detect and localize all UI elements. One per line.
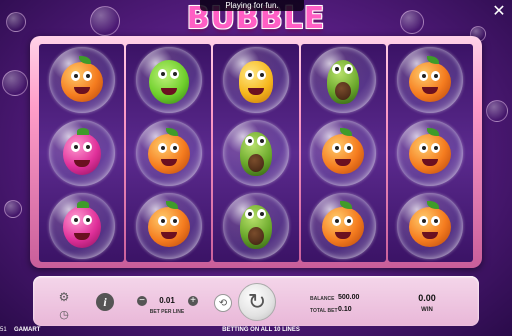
background-bubble [6, 12, 26, 32]
avocado-symbol-icon [327, 59, 360, 104]
orange-symbol-icon [409, 128, 452, 175]
background-bubble [4, 200, 22, 218]
autoplay-icon: ⟲ [218, 297, 228, 309]
symbol-bubble [310, 47, 377, 114]
gear-icon[interactable]: ⚙ [58, 290, 70, 304]
symbol-bubble [310, 192, 377, 259]
raspberry-symbol-icon [62, 200, 101, 248]
orange-symbol-icon [147, 200, 190, 247]
symbol-bubble [223, 47, 289, 114]
kiwi-symbol-icon [148, 59, 189, 104]
symbol-bubble [135, 192, 202, 259]
reel-column [126, 44, 212, 262]
symbol-bubble [223, 192, 289, 259]
avocado-symbol-icon [240, 132, 272, 177]
orange-symbol-icon [60, 55, 103, 102]
background-bubble [90, 6, 120, 36]
symbol-bubble [397, 47, 464, 114]
bet-increase-button[interactable]: + [188, 296, 198, 306]
reel-column [213, 44, 299, 262]
symbol-bubble [135, 47, 202, 114]
win-value: 0.00 [418, 293, 436, 303]
betting-lines-text: BETTING ON ALL 10 LINES [222, 327, 300, 333]
autoplay-button[interactable]: ⟲ [214, 294, 232, 312]
orange-symbol-icon [322, 200, 365, 247]
orange-symbol-icon [147, 128, 190, 175]
symbol-bubble [223, 119, 289, 186]
symbol-bubble [48, 47, 115, 114]
background-bubble [486, 100, 508, 122]
spin-icon: ↻ [247, 289, 267, 314]
orange-symbol-icon [322, 128, 365, 175]
symbol-bubble [397, 119, 464, 186]
background-bubble [400, 10, 424, 34]
bet-decrease-button[interactable]: − [137, 296, 147, 306]
bet-per-line-value: 0.01 [159, 296, 175, 305]
symbol-bubble [135, 119, 202, 186]
symbol-bubble [48, 192, 115, 259]
play-mode-banner: Playing for fun. [200, 0, 304, 11]
total-bet-label: TOTAL BET [310, 308, 338, 314]
bet-per-line-label: BET PER LINE [149, 309, 185, 315]
orange-symbol-icon [409, 200, 452, 247]
symbol-bubble [48, 119, 115, 186]
history-icon[interactable]: ◷ [58, 308, 70, 321]
reel-column [300, 44, 386, 262]
reel-grid [39, 44, 474, 262]
avocado-symbol-icon [240, 204, 272, 249]
orange-symbol-icon [409, 55, 452, 102]
provider-logo: GAMART [14, 327, 41, 333]
close-icon[interactable]: ✕ [490, 3, 508, 21]
info-button[interactable]: i [96, 293, 114, 311]
symbol-bubble [397, 192, 464, 259]
total-bet-value: 0.10 [338, 306, 352, 313]
raspberry-symbol-icon [62, 128, 101, 176]
reel-column [39, 44, 125, 262]
win-label: WIN [421, 307, 433, 313]
symbol-bubble [310, 119, 377, 186]
balance-label: BALANCE [310, 296, 335, 302]
lemon-symbol-icon [239, 60, 273, 103]
spin-button[interactable]: ↻ [238, 283, 276, 321]
clock-text: 51 [0, 327, 7, 333]
balance-value: 500.00 [338, 294, 360, 301]
background-bubble [2, 70, 28, 96]
reel-column [387, 44, 474, 262]
